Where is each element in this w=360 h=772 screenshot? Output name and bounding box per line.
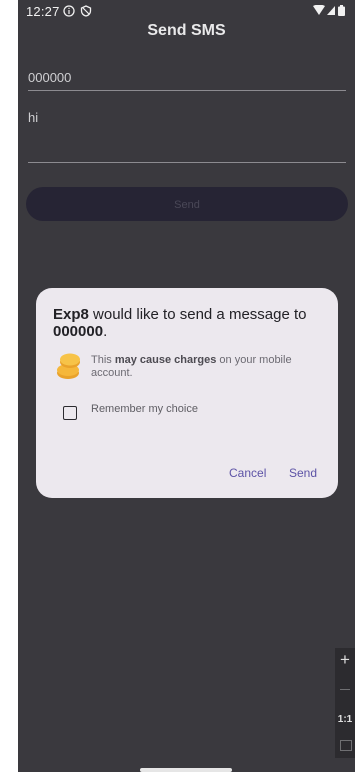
charge-prefix: This [91, 354, 115, 366]
message-input[interactable]: hi [28, 110, 346, 125]
zoom-in-icon[interactable]: + [335, 650, 355, 670]
zoom-ratio-button[interactable]: 1:1 [335, 714, 355, 725]
charge-warning-text: This may cause charges on your mobile ac… [91, 354, 321, 380]
phone-number-input[interactable]: 000000 [28, 70, 346, 85]
remember-choice-label: Remember my choice [91, 403, 198, 415]
dialog-title-end: . [103, 323, 108, 340]
sms-permission-dialog: Exp8 would like to send a message to 000… [36, 288, 338, 498]
status-right-icons [313, 5, 345, 16]
dialog-title: Exp8 would like to send a message to 000… [53, 306, 328, 340]
info-icon [63, 5, 75, 17]
charge-bold: may cause charges [114, 354, 217, 366]
status-time: 12:27 [26, 4, 60, 19]
home-indicator[interactable] [140, 768, 232, 772]
signal-icon [327, 6, 335, 15]
coins-icon [57, 353, 80, 379]
zoom-out-icon[interactable] [340, 689, 350, 690]
remember-choice-checkbox[interactable] [63, 406, 77, 420]
phone-input-underline [28, 90, 346, 91]
wifi-icon [313, 5, 325, 15]
dialog-title-text: would like to send a message to [88, 306, 307, 323]
page-title: Send SMS [147, 22, 226, 39]
dialog-app-name: Exp8 [53, 306, 89, 323]
send-button[interactable]: Send [26, 187, 348, 221]
status-bar: 12:27 [18, 0, 355, 24]
battery-icon [338, 5, 345, 16]
shield-icon [80, 5, 92, 17]
dialog-send-button[interactable]: Send [289, 466, 317, 480]
fit-screen-icon[interactable] [340, 740, 352, 751]
message-input-underline [28, 162, 346, 163]
phone-screen: 12:27 Send SMS 000000 hi Send Exp8 would… [18, 0, 355, 772]
cancel-button[interactable]: Cancel [229, 466, 266, 480]
zoom-toolbar: + 1:1 [335, 648, 355, 758]
dialog-recipient: 000000 [53, 323, 104, 340]
